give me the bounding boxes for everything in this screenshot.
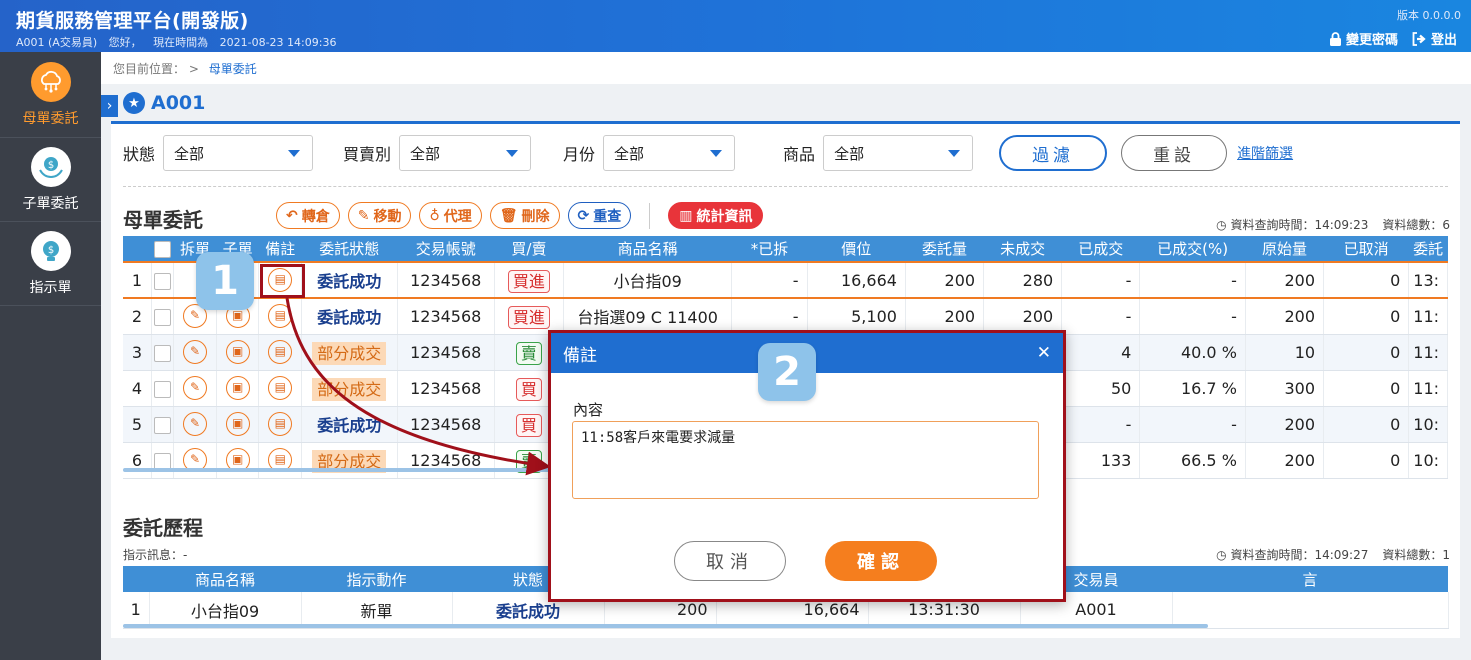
step-1-badge: 1 <box>196 252 254 310</box>
confirm-button[interactable]: 確認 <box>825 541 937 581</box>
cancel-button[interactable]: 取消 <box>674 541 786 581</box>
content-label: 內容 <box>573 401 604 419</box>
step-2-badge: 2 <box>758 343 816 401</box>
modal-title: 備註 <box>563 345 597 366</box>
remark-textarea[interactable]: 11:58客戶來電要求減量 <box>572 421 1039 499</box>
close-icon[interactable]: ✕ <box>1037 343 1051 363</box>
